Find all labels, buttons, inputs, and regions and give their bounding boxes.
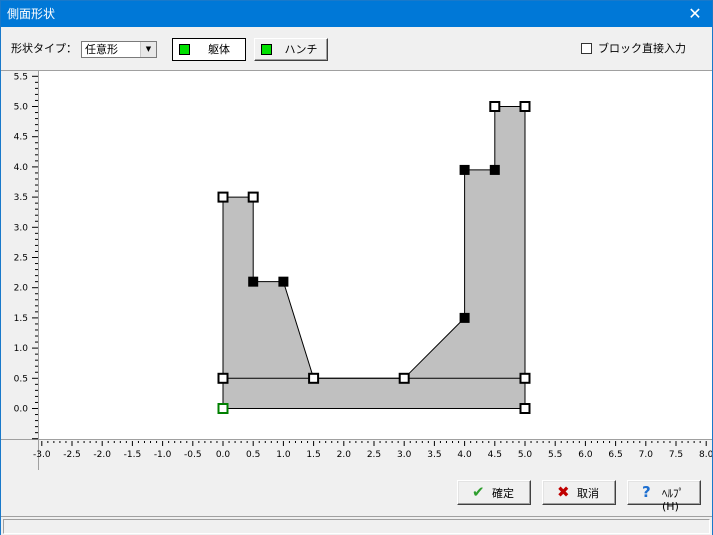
vertex-marker-filled (489, 164, 500, 175)
x-tick-label: 6.0 (578, 450, 593, 460)
x-tick-label: -3.0 (33, 450, 51, 460)
x-tick-label: 7.0 (639, 450, 654, 460)
cancel-button-label: 取消 (577, 487, 599, 500)
ok-button[interactable]: ✔ 確定 (457, 480, 531, 505)
vertex-marker-filled (248, 276, 259, 287)
ok-button-label: 確定 (492, 487, 514, 500)
block-input-checkbox[interactable] (581, 43, 592, 54)
x-tick-label: 2.0 (337, 450, 352, 460)
y-tick-label: 5.0 (14, 103, 29, 113)
vertex-marker-open (398, 372, 410, 384)
y-tick-label: 4.5 (14, 133, 28, 143)
x-tick-label: 4.0 (457, 450, 472, 460)
vertex-marker-filled (459, 312, 470, 323)
vertex-marker-filled (278, 276, 289, 287)
vertex-marker-open (519, 101, 531, 112)
x-tick-label: 5.5 (548, 450, 562, 460)
x-tick-label: 6.5 (608, 450, 622, 460)
haunch-button-label: ハンチ (284, 43, 318, 56)
body-button-label: 躯体 (208, 43, 230, 56)
y-tick-label: 1.0 (14, 344, 29, 354)
vertex-marker-open (217, 191, 229, 203)
status-bar (1, 516, 712, 535)
x-icon: ✖ (557, 483, 570, 501)
vertex-marker-open (247, 191, 259, 203)
x-tick-label: 5.0 (518, 450, 533, 460)
shape-type-value: 任意形 (85, 43, 118, 56)
x-tick-label: -0.5 (184, 450, 202, 460)
y-tick-label: 0.5 (14, 374, 28, 384)
vertex-marker-open (519, 372, 531, 384)
help-button[interactable]: ? ﾍﾙﾌﾟ(H) (627, 480, 701, 513)
toolbar: 形状タイプ： 任意形 ▼ 躯体 ハンチ ブロック直接入力 (1, 28, 712, 70)
status-panel (3, 519, 710, 534)
y-tick-label: 3.0 (14, 223, 29, 233)
y-tick-label: 3.5 (14, 193, 28, 203)
x-tick-label: 1.5 (306, 450, 320, 460)
x-tick-label: -1.5 (124, 450, 142, 460)
x-tick-label: 0.0 (216, 450, 231, 460)
check-icon: ✔ (472, 483, 485, 501)
y-tick-label: 5.5 (14, 72, 28, 82)
vertex-marker-open (308, 372, 320, 384)
x-tick-label: 4.5 (488, 450, 502, 460)
shape-canvas[interactable]: -3.0 -2.5 -2.0 -1.5 -1.0 -0.5 0.0 0.5 1.0 1.5 2.0 2… (1, 71, 712, 469)
x-tick-label: 3.5 (427, 450, 441, 460)
y-tick-label: 2.5 (14, 254, 28, 264)
shape-type-label: 形状タイプ： (11, 42, 77, 55)
plot-area[interactable]: -3.0 -2.5 -2.0 -1.5 -1.0 -0.5 0.0 0.5 1.0 1.5 2.0 2… (1, 70, 712, 470)
shape-type-select[interactable]: 任意形 ▼ (81, 41, 157, 58)
vertex-marker-open (489, 101, 501, 112)
body-toggle-button[interactable]: 躯体 (172, 38, 246, 61)
y-tick-label: 2.0 (14, 284, 29, 294)
origin-marker (217, 403, 229, 414)
vertex-marker-open (519, 403, 531, 414)
help-button-label: ﾍﾙﾌﾟ(H) (662, 487, 684, 513)
cancel-button[interactable]: ✖ 取消 (542, 480, 616, 505)
haunch-toggle-button[interactable]: ハンチ (254, 38, 328, 61)
x-tick-label: -2.0 (93, 450, 111, 460)
vertex-marker-open (217, 372, 229, 384)
chevron-down-icon[interactable]: ▼ (140, 42, 156, 57)
x-tick-label: -2.5 (63, 450, 81, 460)
x-tick-label: -1.0 (154, 450, 172, 460)
vertex-marker-filled (459, 164, 470, 175)
x-tick-label: 7.5 (669, 450, 683, 460)
title-bar: 側面形状 ✕ (1, 1, 712, 27)
x-tick-label: 2.5 (367, 450, 381, 460)
x-tick-label: 8.0 (699, 450, 712, 460)
side-shape-polygon (222, 106, 526, 409)
y-tick-label: 4.0 (14, 163, 29, 173)
x-tick-label: 1.0 (276, 450, 291, 460)
x-tick-label: 0.5 (246, 450, 260, 460)
y-tick-label: 0.0 (14, 405, 29, 415)
dialog-window: 側面形状 ✕ 形状タイプ： 任意形 ▼ 躯体 ハンチ ブロック直接入力 -3.0… (0, 0, 713, 535)
window-title: 側面形状 (7, 7, 56, 21)
x-tick-label: 3.0 (397, 450, 412, 460)
close-button[interactable]: ✕ (678, 1, 712, 27)
question-mark-icon: ? (642, 483, 651, 501)
block-input-label: ブロック直接入力 (598, 42, 686, 55)
y-tick-label: 1.5 (14, 314, 28, 324)
